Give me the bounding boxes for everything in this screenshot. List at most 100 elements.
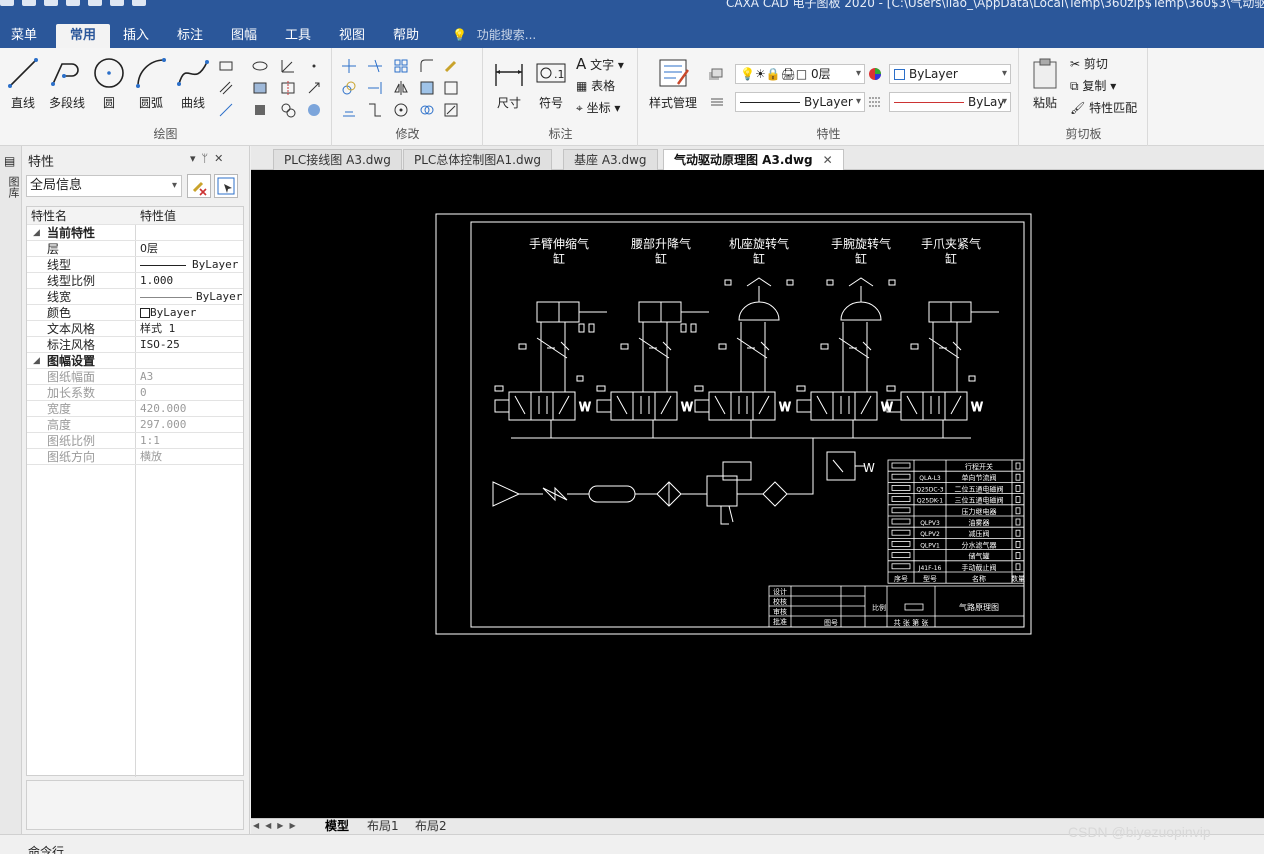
stretch-icon[interactable]	[443, 80, 459, 96]
quick-select-button[interactable]	[187, 174, 211, 198]
copy-object-icon[interactable]	[341, 80, 357, 96]
circle-button[interactable]: 圆	[92, 56, 126, 111]
window-title: CAXA CAD 电子图板 2020 - [C:\Users\liao_\App…	[726, 0, 1264, 10]
color-combo[interactable]: ByLayer	[889, 64, 1011, 84]
category-current-props[interactable]: ◢ 当前特性	[27, 225, 243, 241]
category-sheet-settings[interactable]: ◢ 图幅设置	[27, 353, 243, 369]
lineweight-combo[interactable]: ByLay	[889, 92, 1011, 112]
symbol-button[interactable]: .1 符号	[534, 56, 568, 111]
curve-button[interactable]: 曲线	[176, 56, 210, 111]
doc-tab-plc-wiring[interactable]: PLC接线图 A3.dwg	[273, 149, 402, 170]
coordinate-button[interactable]: ⌖ 坐标 ▾	[576, 98, 620, 118]
center-line-icon[interactable]	[280, 80, 296, 96]
object-selector[interactable]: 全局信息	[26, 175, 182, 197]
text-button[interactable]: A 文字 ▾	[576, 54, 624, 74]
tab-common[interactable]: 常用	[56, 24, 110, 48]
tab-sheet[interactable]: 图幅	[220, 24, 268, 48]
undo-icon[interactable]	[110, 0, 124, 6]
layout-nav-arrows[interactable]: ◀◀▶▶	[253, 821, 302, 830]
solenoid-valve-body	[508, 391, 576, 421]
pin-icon[interactable]: ᛘ	[202, 152, 215, 165]
tab-view[interactable]: 视图	[328, 24, 376, 48]
scale-icon[interactable]	[419, 80, 435, 96]
arc-button[interactable]: 圆弧	[134, 56, 168, 111]
line-button[interactable]: 直线	[6, 56, 40, 111]
fillet-icon[interactable]	[419, 58, 435, 74]
layer-combo[interactable]: 💡☀🔒🖨□ 0层	[735, 64, 865, 84]
dimension-button[interactable]: 尺寸	[492, 56, 526, 111]
match-properties-button[interactable]: 🖌 特性匹配	[1070, 98, 1137, 118]
move-icon[interactable]	[341, 58, 357, 74]
fill-icon[interactable]	[306, 102, 322, 118]
hatch-icon[interactable]	[252, 80, 268, 96]
tab-tools[interactable]: 工具	[274, 24, 322, 48]
prop-row-lineweight[interactable]: 线宽 ByLayer	[27, 289, 243, 305]
paste-button[interactable]: 粘贴	[1026, 56, 1064, 111]
prop-row-dim-style[interactable]: 标注风格 ISO-25	[27, 337, 243, 353]
layout-tab-1[interactable]: 布局1	[367, 819, 399, 835]
prop-row-linetype[interactable]: 线型 ByLayer	[27, 257, 243, 273]
new-file-icon[interactable]	[0, 0, 14, 6]
gear-shape-icon[interactable]	[280, 102, 296, 118]
point-icon[interactable]	[306, 58, 322, 74]
print-icon[interactable]	[88, 0, 102, 6]
modify-group: 修改	[333, 48, 483, 146]
redo-icon[interactable]	[132, 0, 146, 6]
prop-row-linetype-scale[interactable]: 线型比例 1.000	[27, 273, 243, 289]
pencil-icon[interactable]	[443, 58, 459, 74]
collapse-icon[interactable]: ◢	[33, 225, 40, 241]
rotate-icon[interactable]	[393, 102, 409, 118]
mirror-icon[interactable]	[393, 80, 409, 96]
open-file-icon[interactable]	[22, 0, 36, 6]
lineweight-icon[interactable]	[867, 94, 883, 110]
block-icon[interactable]	[252, 102, 268, 118]
arrow-icon[interactable]	[306, 80, 322, 96]
library-icon[interactable]: ▤	[4, 154, 15, 168]
select-objects-button[interactable]	[214, 174, 238, 198]
prop-row-layer[interactable]: 层 0层	[27, 241, 243, 257]
parallel-line-icon[interactable]	[218, 80, 234, 96]
polyline-button[interactable]: 多段线	[46, 56, 88, 111]
prop-row-text-style[interactable]: 文本风格 样式 1	[27, 321, 243, 337]
feature-search[interactable]: 💡 功能搜索...	[452, 24, 536, 46]
layout-tab-model[interactable]: 模型	[325, 819, 349, 835]
library-tab[interactable]: 图库	[5, 176, 21, 198]
copy-button[interactable]: ⧉ 复制 ▾	[1070, 76, 1116, 96]
extend-icon[interactable]	[367, 80, 383, 96]
tab-menu[interactable]: 菜单	[0, 24, 48, 48]
linetype-list-icon[interactable]	[709, 94, 725, 110]
tab-annotate[interactable]: 标注	[166, 24, 214, 48]
trim-icon[interactable]	[367, 58, 383, 74]
tab-insert[interactable]: 插入	[112, 24, 160, 48]
close-icon[interactable]: ✕	[214, 152, 229, 165]
dropdown-icon[interactable]: ▾	[190, 152, 202, 165]
collapse-icon[interactable]: ◢	[33, 353, 40, 369]
sheet-row-scale: 图纸比例 1:1	[27, 433, 243, 449]
layout-tab-2[interactable]: 布局2	[415, 819, 447, 835]
doc-tab-base[interactable]: 基座 A3.dwg	[563, 149, 658, 170]
break-icon[interactable]	[367, 102, 383, 118]
layer-manager-icon[interactable]	[707, 66, 723, 82]
table-button[interactable]: ▦ 表格	[576, 76, 615, 96]
ellipse-icon[interactable]	[252, 58, 268, 74]
properties-edit-icon[interactable]	[443, 102, 459, 118]
doc-tab-plc-control[interactable]: PLC总体控制图A1.dwg	[403, 149, 553, 170]
cut-button[interactable]: ✂ 剪切	[1070, 54, 1108, 74]
slanted-line-icon[interactable]	[218, 102, 234, 118]
explode-icon[interactable]	[419, 102, 435, 118]
angle-line-icon[interactable]	[280, 58, 296, 74]
array-icon[interactable]	[393, 58, 409, 74]
save-icon[interactable]	[44, 0, 58, 6]
linetype-combo[interactable]: ByLayer	[735, 92, 865, 112]
color-wheel-icon[interactable]	[867, 66, 883, 82]
rectangle-icon[interactable]	[218, 58, 234, 74]
tab-help[interactable]: 帮助	[382, 24, 430, 48]
save-as-icon[interactable]	[66, 0, 80, 6]
drawing-canvas[interactable]: 手臂伸缩气缸腰部升降气缸机座旋转气缸手腕旋转气缸手爪夹紧气缸 WWWWW W 行…	[251, 170, 1264, 818]
prop-value: ByLayer	[140, 257, 238, 273]
style-manager-button[interactable]: 样式管理	[645, 56, 701, 111]
prop-row-color[interactable]: 颜色 ByLayer	[27, 305, 243, 321]
doc-tab-pneumatic[interactable]: 气动驱动原理图 A3.dwg ✕	[663, 149, 844, 170]
close-tab-icon[interactable]: ✕	[823, 153, 833, 167]
offset-icon[interactable]	[341, 102, 357, 118]
